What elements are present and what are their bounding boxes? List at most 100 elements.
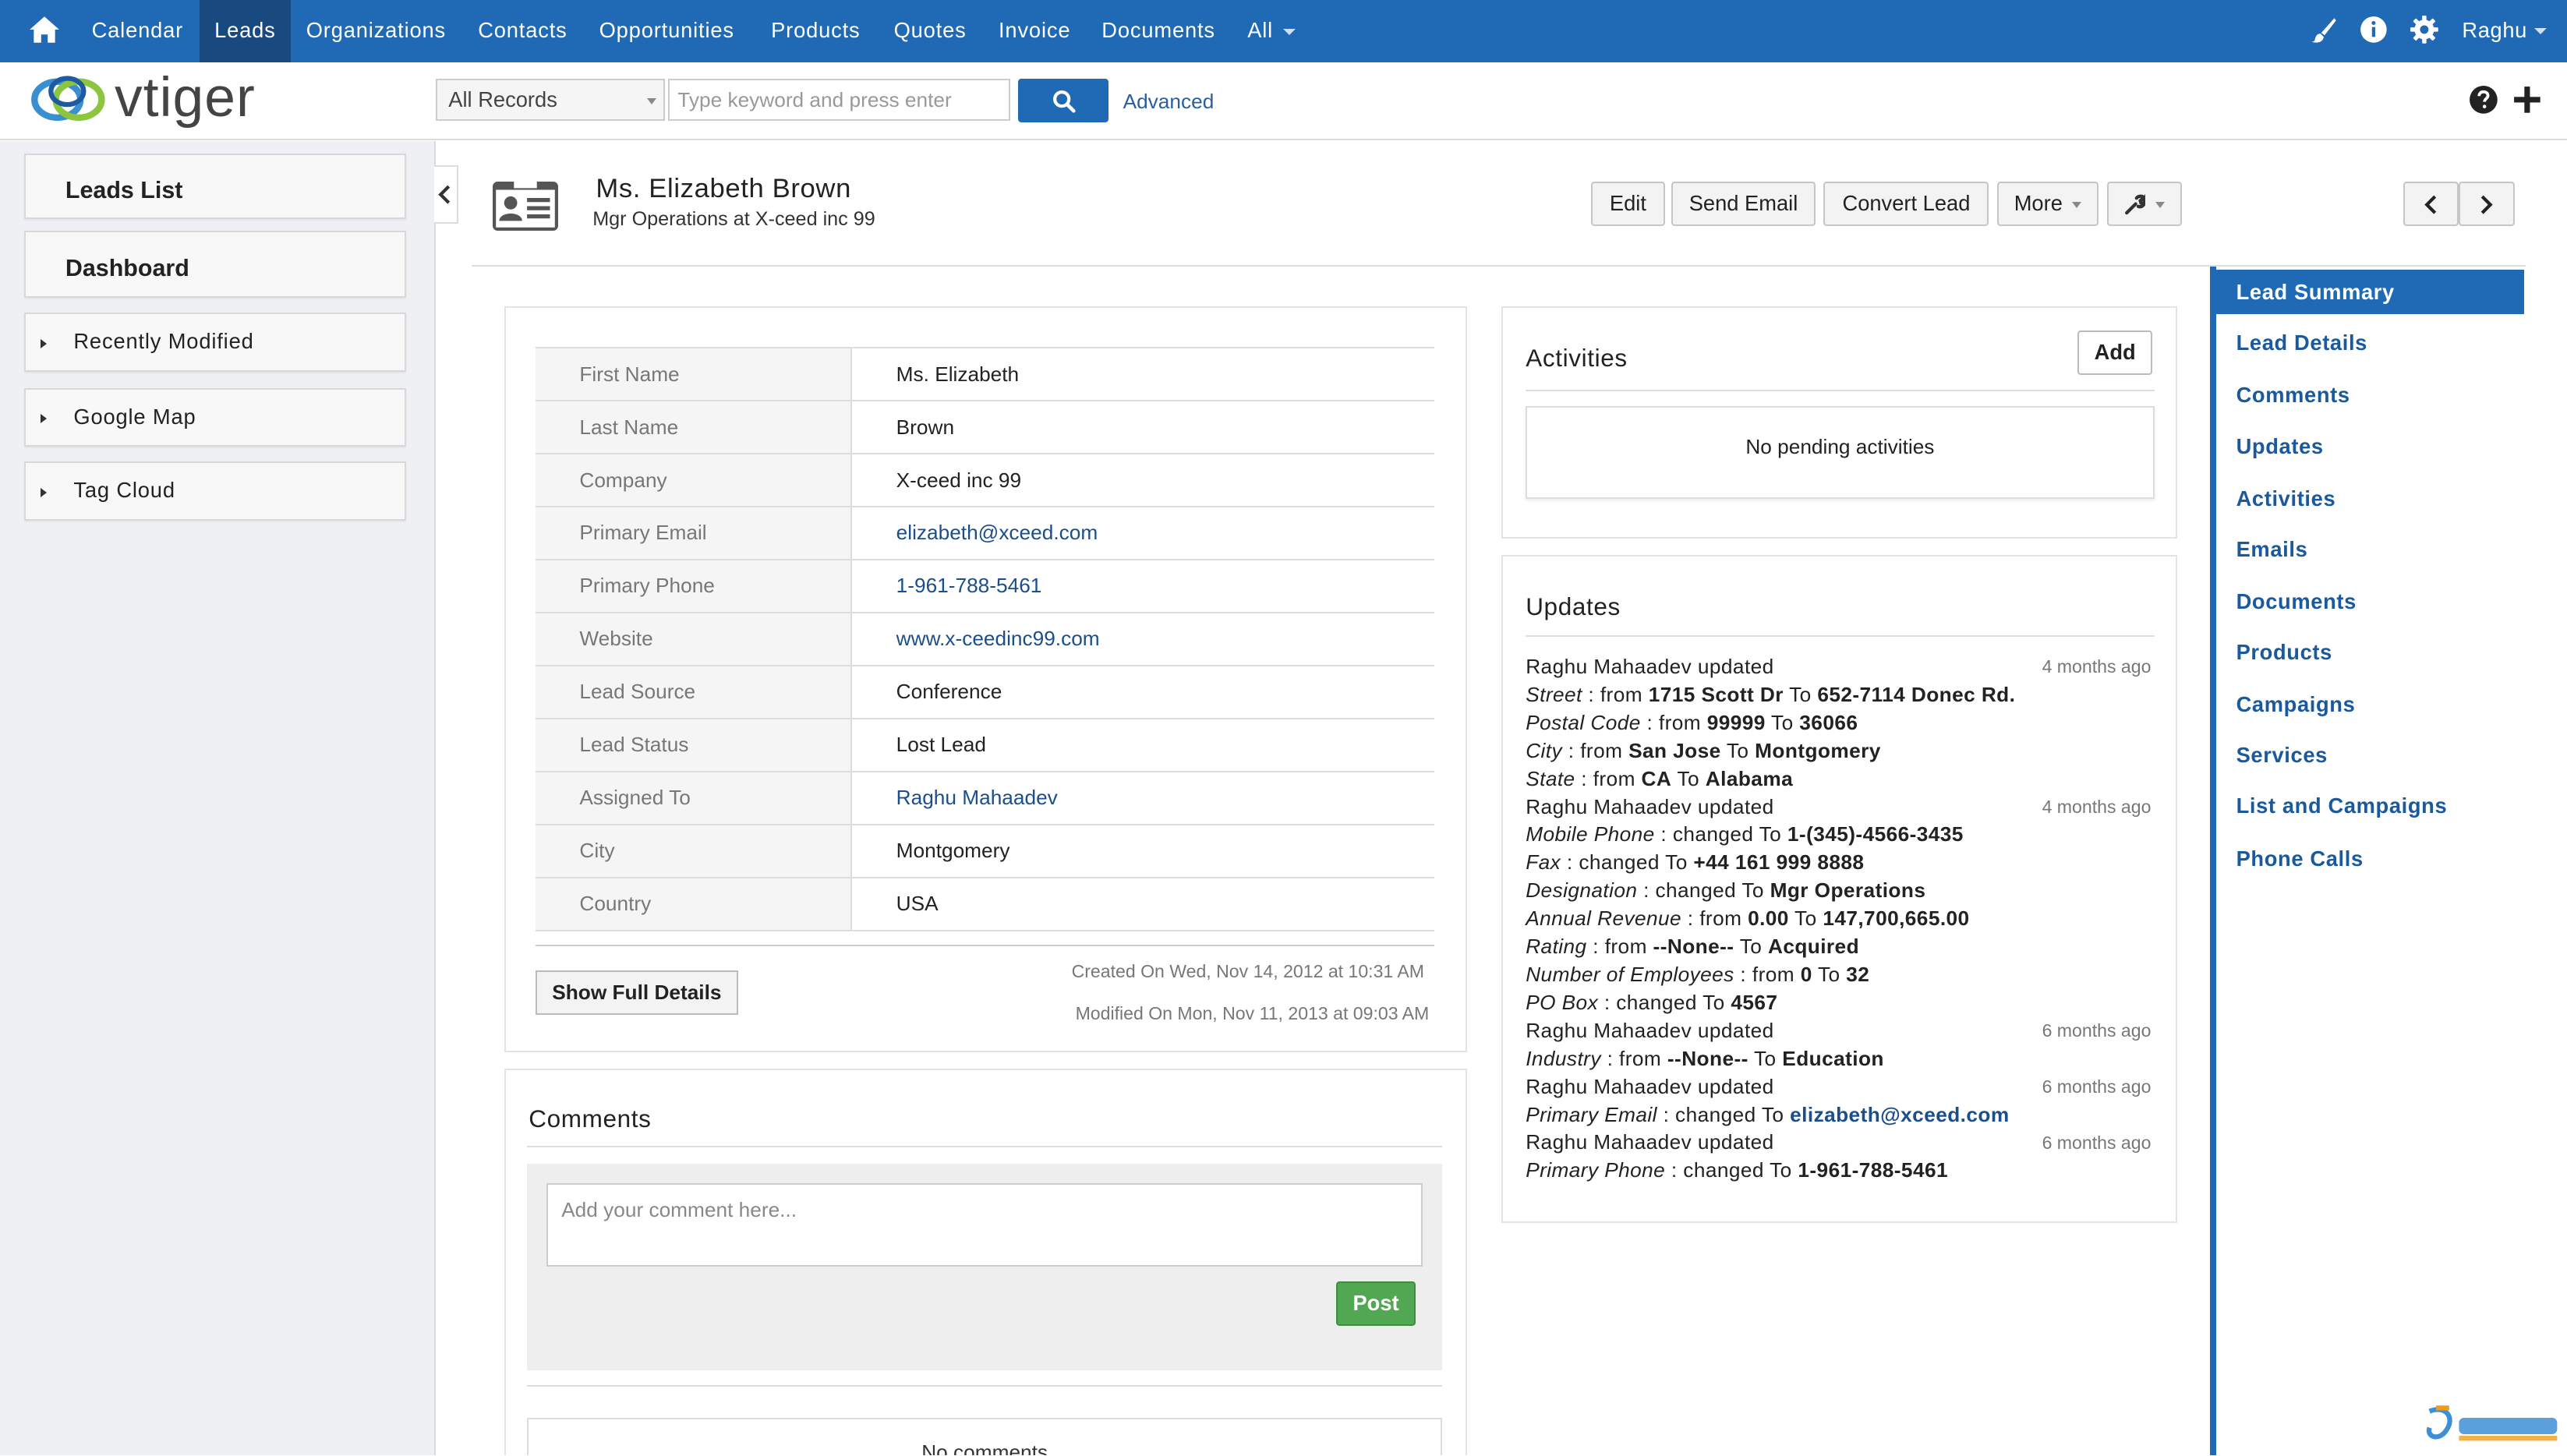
- plus-icon[interactable]: [2512, 85, 2542, 115]
- field-value[interactable]: 1-961-788-5461: [850, 558, 1434, 613]
- new-value: 652-7114 Donec Rd.: [1817, 682, 2016, 706]
- key-fields-table: First Name Ms. Elizabeth Last Name Brown Com…: [535, 347, 1434, 931]
- leads-list-button[interactable]: Leads List: [24, 154, 406, 220]
- new-value: 4567: [1731, 990, 1778, 1014]
- related-phone-calls[interactable]: Phone Calls: [2236, 846, 2364, 871]
- more-button[interactable]: More: [1997, 182, 2099, 226]
- nav-invoice[interactable]: Invoice: [999, 0, 1070, 62]
- post-comment-button[interactable]: Post: [1335, 1281, 1416, 1326]
- related-documents[interactable]: Documents: [2236, 589, 2357, 614]
- changed-field: Rating: [1526, 935, 1587, 959]
- new-value[interactable]: elizabeth@xceed.com: [1790, 1103, 2009, 1126]
- related-products[interactable]: Products: [2236, 640, 2332, 665]
- comments-title: Comments: [529, 1104, 652, 1133]
- advanced-search-link[interactable]: Advanced: [1123, 90, 1215, 114]
- table-divider: [535, 944, 1434, 946]
- nav-calendar[interactable]: Calendar: [92, 0, 184, 62]
- top-nav: Calendar Leads Organizations Contacts Op…: [0, 0, 2567, 62]
- old-value: 0.00: [1748, 906, 1789, 931]
- nav-all[interactable]: All: [1247, 0, 1296, 62]
- related-emails[interactable]: Emails: [2236, 537, 2308, 562]
- update-change: Annual Revenue : from 0.00 To 147,700,66…: [1526, 906, 1970, 931]
- widget-google-map[interactable]: Google Map: [24, 387, 406, 447]
- related-services[interactable]: Services: [2236, 743, 2328, 768]
- field-value[interactable]: www.x-ceedinc99.com: [850, 611, 1434, 666]
- brush-icon[interactable]: [2308, 15, 2338, 44]
- nav-organizations[interactable]: Organizations: [306, 0, 446, 62]
- related-campaigns[interactable]: Campaigns: [2236, 692, 2356, 717]
- expand-arrow-icon: [41, 414, 47, 424]
- add-activity-button[interactable]: Add: [2077, 330, 2153, 375]
- field-label: Website: [535, 611, 852, 666]
- records-select[interactable]: All Records: [435, 78, 665, 122]
- changed-field: PO Box: [1526, 990, 1599, 1014]
- related-lead-details[interactable]: Lead Details: [2236, 330, 2367, 355]
- new-value: 1-(345)-4566-3435: [1787, 822, 1964, 846]
- update-change: Primary Email : changed To elizabeth@xce…: [1526, 1102, 2010, 1126]
- old-value: 99999: [1706, 710, 1766, 734]
- update-author: Raghu Mahaadev: [1526, 794, 1692, 818]
- tools-menu-button[interactable]: [2106, 182, 2183, 226]
- changed-field: Annual Revenue: [1526, 906, 1682, 931]
- user-chevron-icon[interactable]: [2533, 27, 2547, 34]
- update-change: Postal Code : from 99999 To 36066: [1526, 710, 1858, 734]
- records-select-value: All Records: [448, 87, 557, 111]
- dashboard-button[interactable]: Dashboard: [24, 231, 406, 299]
- show-full-details-button[interactable]: Show Full Details: [535, 970, 739, 1015]
- sidebar-collapse-toggle[interactable]: [433, 165, 458, 224]
- send-email-button[interactable]: Send Email: [1671, 182, 1816, 226]
- detail-row: Country USA: [535, 876, 1434, 931]
- update-change: PO Box : changed To 4567: [1526, 990, 1778, 1014]
- detail-row: Lead Source Conference: [535, 664, 1434, 719]
- record-subtitle: Mgr Operations at X-ceed inc 99: [592, 207, 875, 230]
- nav-products[interactable]: Products: [771, 0, 860, 62]
- info-icon[interactable]: [2359, 15, 2388, 44]
- widget-recently-modified[interactable]: Recently Modified: [24, 313, 406, 372]
- gear-icon[interactable]: [2410, 15, 2439, 44]
- help-icon[interactable]: [2469, 85, 2498, 115]
- field-value[interactable]: Raghu Mahaadev: [850, 770, 1434, 825]
- search-button[interactable]: [1018, 78, 1108, 123]
- field-value[interactable]: elizabeth@xceed.com: [850, 505, 1434, 560]
- related-list-bar: [2209, 267, 2217, 1455]
- related-list-and-campaigns[interactable]: List and Campaigns: [2236, 793, 2448, 818]
- update-verb: updated: [1697, 1074, 1774, 1098]
- chevron-down-icon: [1282, 28, 1296, 35]
- convert-lead-button[interactable]: Convert Lead: [1823, 182, 1989, 226]
- update-time: 4 months ago: [2042, 796, 2152, 817]
- update-author: Raghu Mahaadev: [1526, 1074, 1692, 1098]
- related-updates[interactable]: Updates: [2236, 434, 2324, 459]
- detail-row: Lead Status Lost Lead: [535, 717, 1434, 772]
- leads-list-label: Leads List: [65, 176, 183, 203]
- nav-leads[interactable]: Leads: [200, 0, 291, 62]
- related-comments[interactable]: Comments: [2236, 383, 2350, 408]
- home-icon[interactable]: [28, 13, 61, 46]
- update-verb: updated: [1697, 1018, 1774, 1042]
- comments-list: No comments: [527, 1417, 1443, 1455]
- edit-button[interactable]: Edit: [1591, 182, 1665, 226]
- nav-contacts[interactable]: Contacts: [478, 0, 567, 62]
- changed-field: Street: [1526, 682, 1582, 706]
- old-value: --None--: [1653, 935, 1734, 959]
- field-label: Lead Source: [535, 664, 852, 719]
- header-divider: [471, 265, 2526, 267]
- chevron-down-icon: [2155, 201, 2165, 208]
- previous-record-button[interactable]: [2403, 182, 2459, 226]
- comment-input[interactable]: [546, 1183, 1423, 1267]
- detail-row: Website www.x-ceedinc99.com: [535, 611, 1434, 666]
- search-input[interactable]: [667, 78, 1010, 122]
- user-menu[interactable]: Raghu: [2462, 0, 2527, 61]
- next-record-button[interactable]: [2459, 182, 2515, 226]
- field-value: USA: [850, 876, 1434, 931]
- related-lead-summary[interactable]: Lead Summary: [2216, 270, 2525, 315]
- new-value: Acquired: [1767, 935, 1860, 959]
- chevron-down-icon: [2072, 201, 2082, 208]
- new-value: +44 161 999 8888: [1693, 850, 1865, 875]
- nav-quotes[interactable]: Quotes: [894, 0, 967, 62]
- widget-tag-cloud[interactable]: Tag Cloud: [24, 461, 406, 521]
- nav-documents[interactable]: Documents: [1101, 0, 1215, 62]
- old-value: CA: [1641, 766, 1672, 790]
- nav-opportunities[interactable]: Opportunities: [599, 0, 734, 62]
- vtiger-logo[interactable]: vtiger: [30, 66, 292, 133]
- related-activities[interactable]: Activities: [2236, 486, 2336, 511]
